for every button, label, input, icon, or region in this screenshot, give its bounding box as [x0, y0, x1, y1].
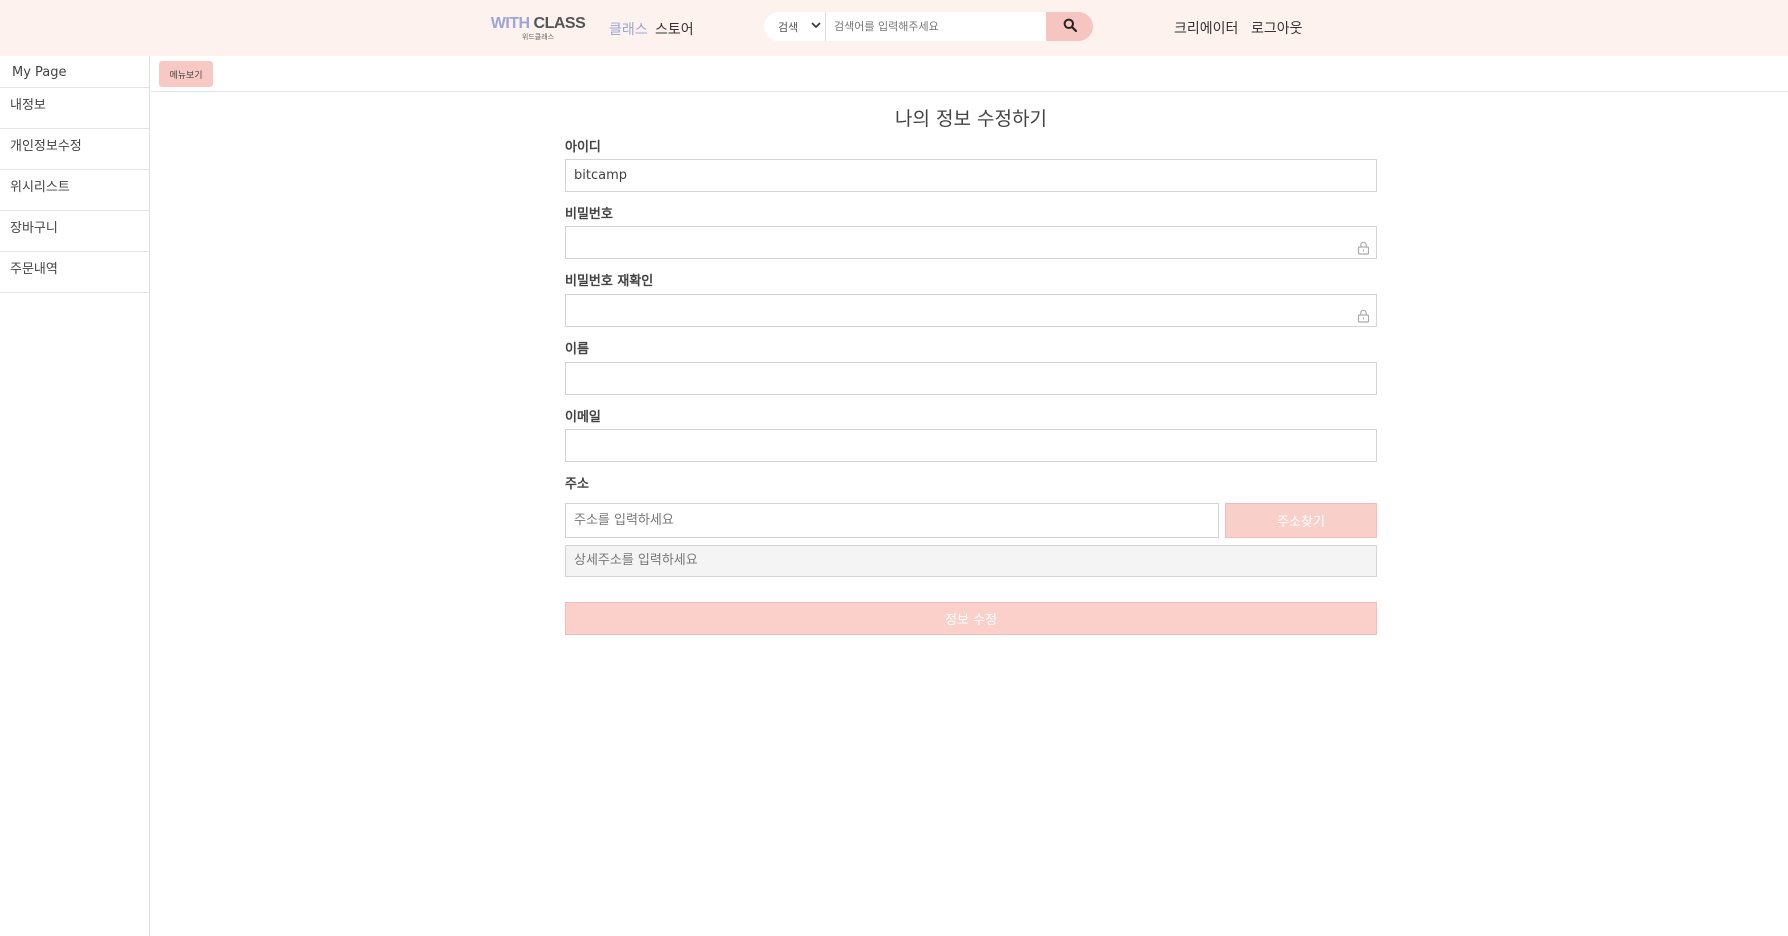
search-bar: 검색	[764, 12, 1093, 41]
sidebar-item-cart[interactable]: 장바구니	[0, 211, 149, 252]
search-category-select[interactable]: 검색	[764, 12, 826, 41]
lock-icon	[1357, 304, 1370, 335]
menu-toggle-button[interactable]: 메뉴보기	[159, 61, 213, 87]
sidebar-title: My Page	[0, 56, 149, 88]
password-confirm-label: 비밀번호 재확인	[565, 274, 654, 289]
sidebar-item-edit-profile[interactable]: 개인정보수정	[0, 129, 149, 170]
address-input[interactable]: 주소를 입력하세요	[565, 503, 1219, 538]
address-detail-input[interactable]: 상세주소를 입력하세요	[565, 545, 1377, 577]
password-label: 비밀번호	[565, 207, 613, 222]
password-field[interactable]	[565, 226, 1377, 259]
password-confirm-field[interactable]	[565, 294, 1377, 327]
top-header: WITH CLASS 위드클래스 클래스 스토어 검색 크리에이터 로그아웃	[0, 0, 1788, 56]
creator-link[interactable]: 크리에이터	[1174, 18, 1238, 38]
email-label: 이메일	[565, 410, 601, 425]
logo-class: CLASS	[533, 15, 586, 32]
id-field[interactable]: bitcamp	[565, 159, 1377, 192]
sidebar-item-my-info[interactable]: 내정보	[0, 88, 149, 129]
nav-store-link[interactable]: 스토어	[655, 19, 694, 39]
name-field[interactable]	[565, 362, 1377, 395]
lock-icon	[1357, 236, 1370, 267]
search-category-value: 검색	[778, 20, 799, 34]
sidebar-item-wishlist[interactable]: 위시리스트	[0, 170, 149, 211]
logo-subtitle: 위드클래스	[521, 33, 555, 41]
logo-text: WITH CLASS	[490, 15, 586, 33]
email-field[interactable]	[565, 429, 1377, 462]
address-label: 주소	[565, 477, 589, 492]
name-label: 이름	[565, 342, 589, 357]
search-input[interactable]	[826, 12, 1034, 41]
update-info-button[interactable]: 정보 수정	[565, 602, 1377, 635]
logo[interactable]: WITH CLASS 위드클래스	[490, 15, 586, 42]
content-topbar: 메뉴보기	[151, 56, 1788, 92]
logout-link[interactable]: 로그아웃	[1251, 18, 1303, 38]
page-title: 나의 정보 수정하기	[895, 108, 1047, 130]
find-address-button[interactable]: 주소찾기	[1225, 503, 1377, 538]
mypage-sidebar: My Page 내정보 개인정보수정 위시리스트 장바구니 주문내역	[0, 56, 150, 936]
sidebar-item-orders[interactable]: 주문내역	[0, 252, 149, 293]
search-icon	[1063, 17, 1077, 36]
nav-class-link[interactable]: 클래스	[609, 19, 648, 39]
chevron-down-icon	[811, 20, 821, 33]
logo-with: WITH	[490, 15, 530, 32]
search-button[interactable]	[1046, 12, 1093, 41]
id-label: 아이디	[565, 140, 601, 155]
